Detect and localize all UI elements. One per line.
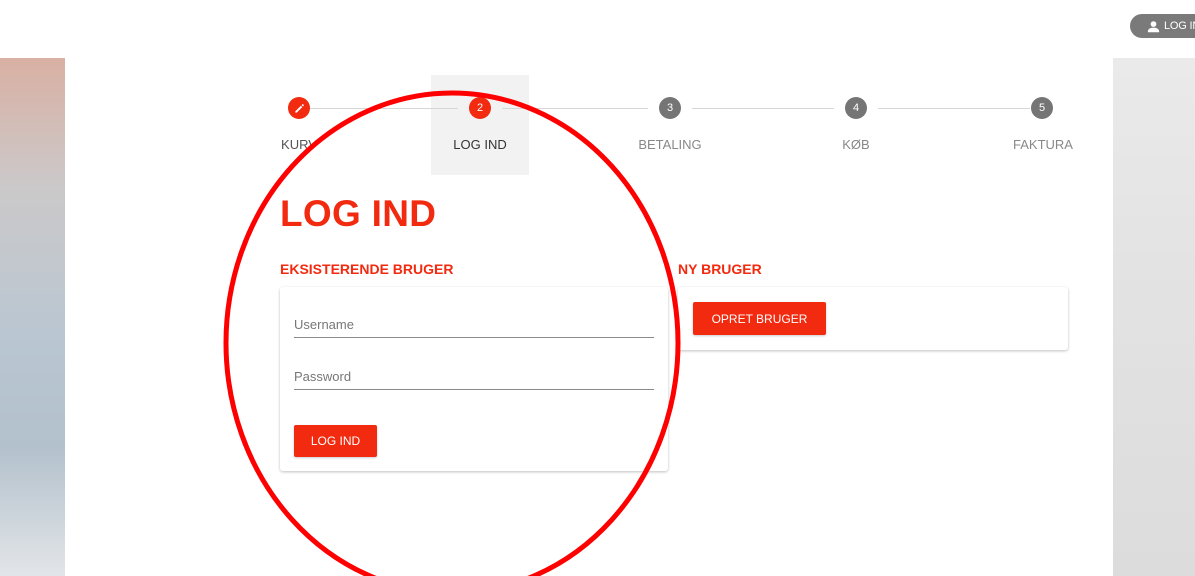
- stepper-connector: [692, 108, 834, 109]
- pencil-icon: [294, 103, 304, 113]
- step-3-label[interactable]: BETALING: [638, 137, 701, 152]
- step-2-circle[interactable]: 2: [469, 97, 491, 119]
- create-user-button[interactable]: OPRET BRUGER: [693, 302, 826, 335]
- step-5-number: 5: [1038, 102, 1046, 114]
- username-input[interactable]: [294, 312, 654, 337]
- active-step-highlight: [431, 75, 529, 175]
- stepper-connector: [310, 108, 458, 109]
- top-bar: LOG IN: [0, 0, 1195, 58]
- login-button-label: LOG IN: [1164, 20, 1195, 32]
- login-button[interactable]: LOG IN: [1130, 14, 1195, 38]
- username-field[interactable]: [294, 312, 654, 338]
- step-5-label[interactable]: FAKTURA: [1013, 137, 1073, 152]
- login-submit-button[interactable]: LOG IND: [294, 425, 377, 457]
- password-field[interactable]: [294, 364, 654, 390]
- background-left-strip: [0, 58, 65, 576]
- step-1-label[interactable]: KURV: [281, 137, 317, 152]
- step-4-number: 4: [852, 102, 860, 114]
- step-4-circle[interactable]: 4: [845, 97, 867, 119]
- background-right-strip: [1113, 58, 1195, 576]
- password-input[interactable]: [294, 364, 654, 389]
- step-4-label[interactable]: KØB: [842, 137, 869, 152]
- stepper-connector: [502, 108, 648, 109]
- step-1-circle[interactable]: [288, 97, 310, 119]
- existing-user-heading: EKSISTERENDE BRUGER: [280, 261, 454, 277]
- new-user-heading: NY BRUGER: [678, 261, 762, 277]
- step-2-label[interactable]: LOG IND: [453, 137, 506, 152]
- step-2-number: 2: [476, 102, 484, 114]
- step-5-circle[interactable]: 5: [1031, 97, 1053, 119]
- page-title: LOG IND: [280, 193, 437, 234]
- step-3-circle[interactable]: 3: [659, 97, 681, 119]
- stepper-connector: [878, 108, 1030, 109]
- step-3-number: 3: [666, 102, 674, 114]
- user-icon: [1147, 20, 1160, 32]
